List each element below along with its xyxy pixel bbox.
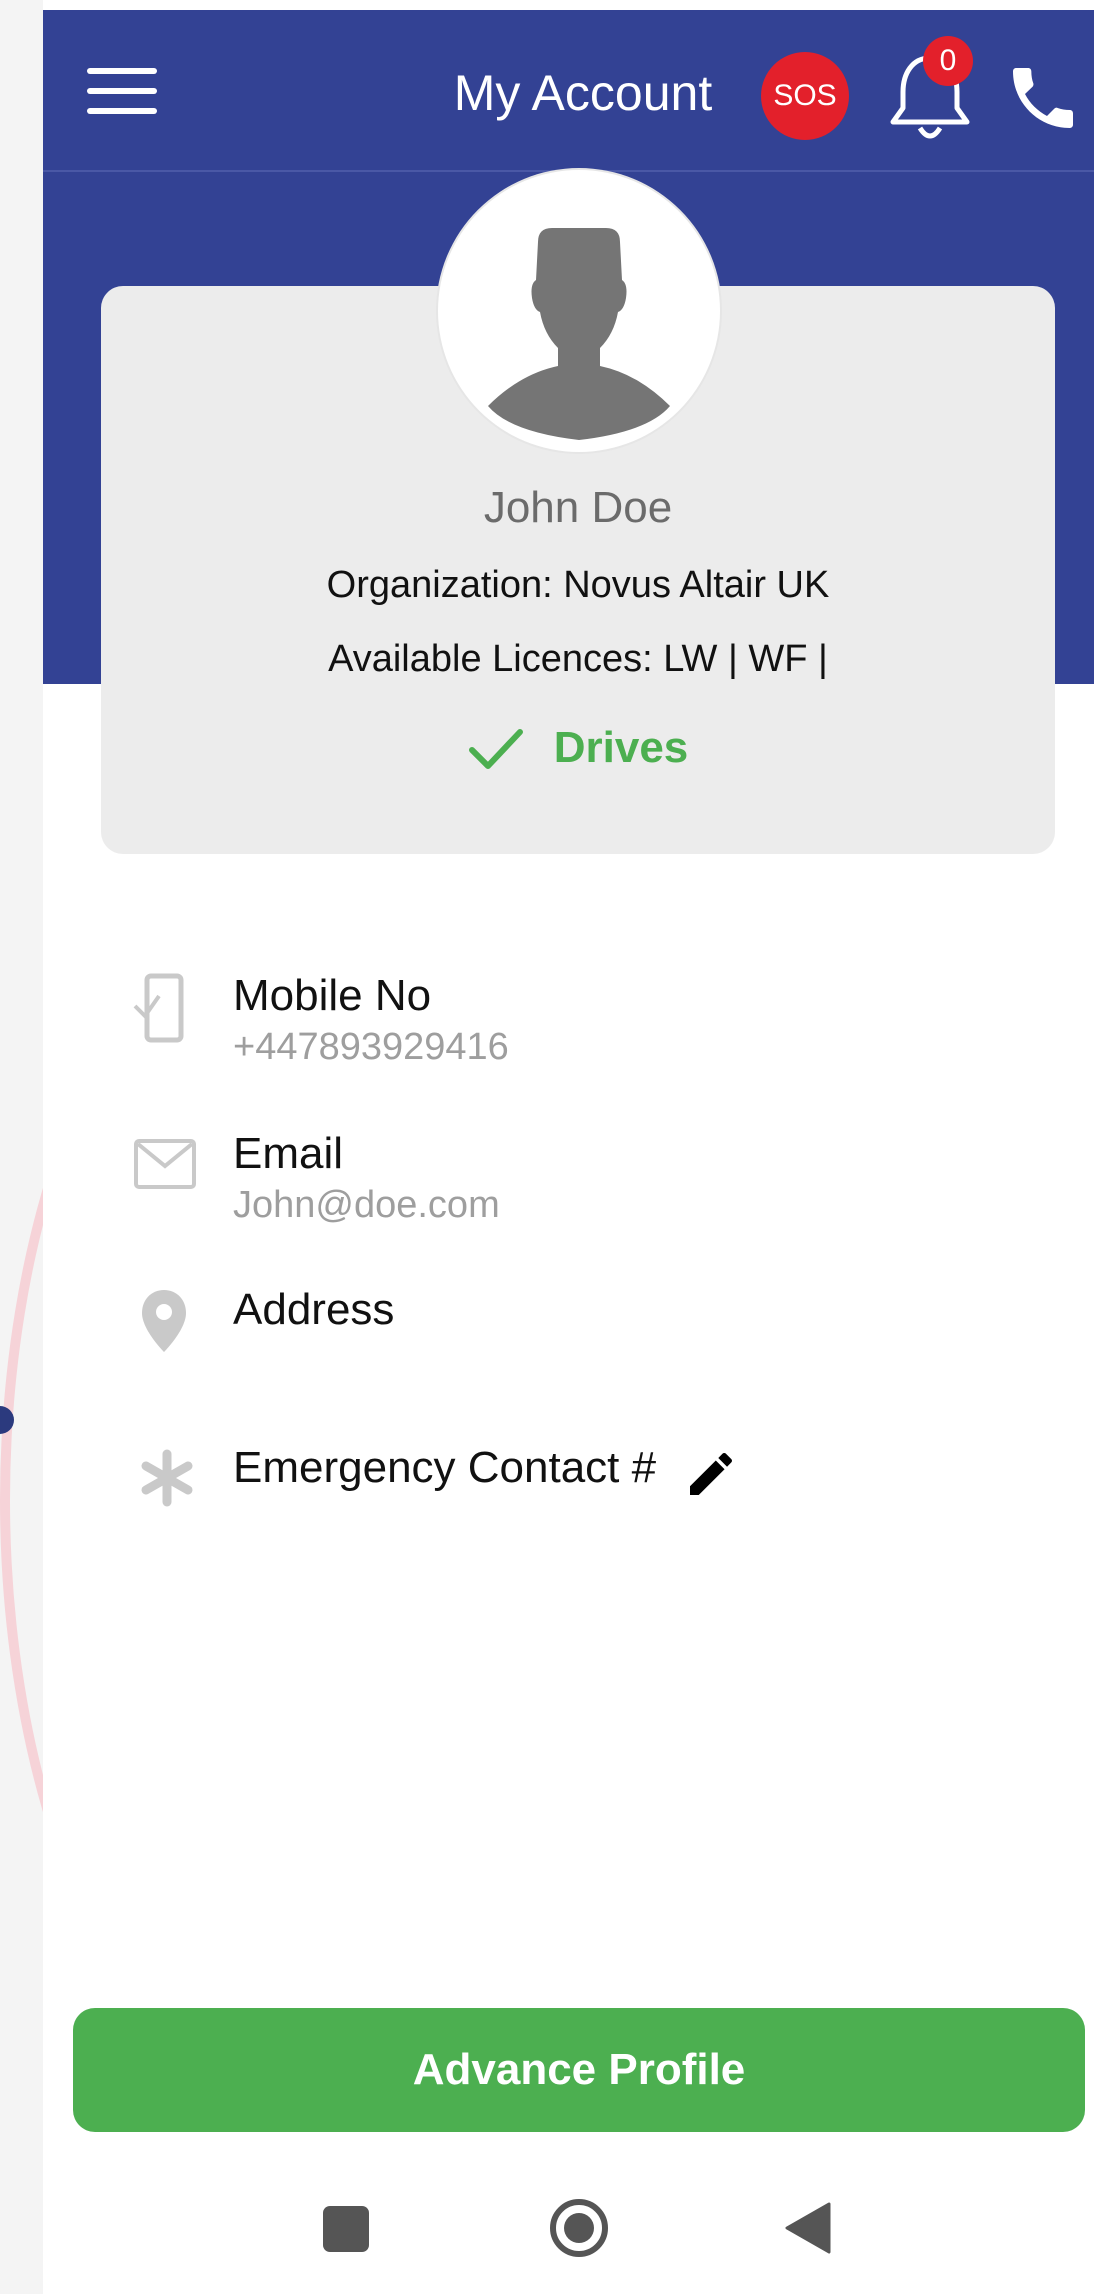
- asterisk-icon: [141, 1449, 193, 1507]
- background-app-strip: [0, 0, 43, 2294]
- page-title: My Account: [453, 65, 713, 121]
- advance-profile-button[interactable]: Advance Profile: [73, 2008, 1085, 2132]
- avatar[interactable]: [438, 170, 720, 452]
- profile-name: John Doe: [483, 483, 673, 532]
- mobile-phone-icon: [133, 973, 184, 1043]
- emergency-contact-label: Emergency Contact #: [233, 1443, 657, 1492]
- mobile-value: +447893929416: [233, 1026, 509, 1068]
- recent-apps-icon[interactable]: [323, 2206, 369, 2252]
- drives-status: Drives: [101, 716, 1055, 780]
- sos-button[interactable]: SOS: [761, 52, 849, 140]
- mobile-label: Mobile No: [233, 971, 432, 1020]
- user-silhouette-icon: [488, 228, 670, 440]
- my-account-screen: My Account SOS 0 John Doe Organization: …: [43, 10, 1094, 2294]
- home-circle-icon[interactable]: [547, 2196, 611, 2260]
- back-triangle-icon[interactable]: [783, 2200, 833, 2256]
- location-pin-icon: [142, 1290, 186, 1352]
- hamburger-menu-icon[interactable]: [87, 68, 157, 122]
- phone-icon[interactable]: [1003, 58, 1083, 138]
- check-icon: [468, 729, 523, 769]
- email-label: Email: [233, 1129, 344, 1178]
- address-label: Address: [233, 1285, 395, 1334]
- top-app-bar: My Account SOS 0: [43, 10, 1094, 172]
- notification-count-badge: 0: [923, 36, 973, 86]
- envelope-icon: [134, 1139, 196, 1189]
- drives-label: Drives: [553, 723, 689, 772]
- email-value: John@doe.com: [233, 1184, 500, 1226]
- decorative-ring: [0, 850, 43, 2150]
- organization-text: Organization: Novus Altair UK: [326, 564, 830, 606]
- pencil-icon[interactable]: [683, 1446, 739, 1502]
- available-licences-text: Available Licences: LW | WF |: [328, 638, 828, 680]
